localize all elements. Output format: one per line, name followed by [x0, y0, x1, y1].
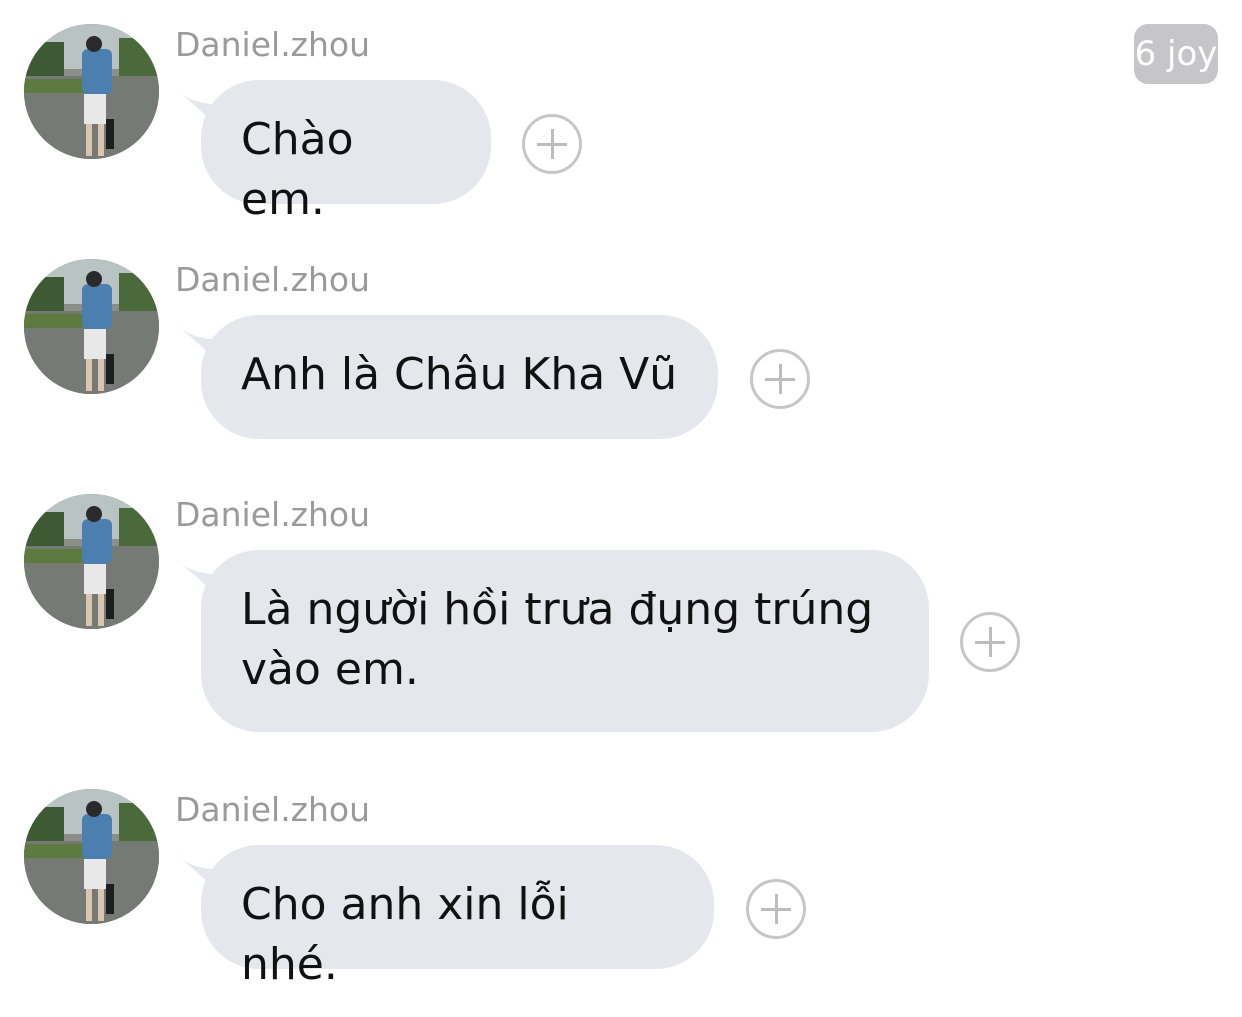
- message-row: Daniel.zhou Chào em.: [0, 24, 1242, 225]
- avatar[interactable]: [24, 259, 159, 394]
- message-bubble[interactable]: Là người hồi trưa đụng trúng vào em.: [201, 550, 929, 732]
- message-bubble[interactable]: Chào em.: [201, 80, 491, 225]
- add-reaction-icon[interactable]: [960, 612, 1020, 672]
- sender-name: Daniel.zhou: [175, 790, 371, 829]
- avatar-photo: [24, 24, 159, 159]
- message-text: Anh là Châu Kha Vũ: [241, 349, 678, 400]
- message-bubble[interactable]: Cho anh xin lỗi nhé.: [201, 845, 714, 990]
- avatar-photo: [24, 789, 159, 924]
- avatar[interactable]: [24, 24, 159, 159]
- message-row: Daniel.zhou Anh là Châu Kha Vũ: [0, 259, 1242, 444]
- avatar-photo: [24, 494, 159, 629]
- sender-name: Daniel.zhou: [175, 260, 371, 299]
- message-bubble[interactable]: Anh là Châu Kha Vũ: [201, 315, 718, 439]
- add-reaction-icon[interactable]: [750, 349, 810, 409]
- add-reaction-icon[interactable]: [746, 879, 806, 939]
- message-text: Chào em.: [241, 114, 354, 225]
- message-text: Cho anh xin lỗi nhé.: [241, 879, 569, 990]
- message-text: Là người hồi trưa đụng trúng vào em.: [241, 584, 874, 695]
- sender-name: Daniel.zhou: [175, 25, 371, 64]
- sender-name: Daniel.zhou: [175, 495, 371, 534]
- message-row: Daniel.zhou Cho anh xin lỗi nhé.: [0, 789, 1242, 990]
- message-row: Daniel.zhou Là người hồi trưa đụng trúng…: [0, 494, 1242, 739]
- avatar-photo: [24, 259, 159, 394]
- avatar[interactable]: [24, 494, 159, 629]
- avatar[interactable]: [24, 789, 159, 924]
- add-reaction-icon[interactable]: [522, 114, 582, 174]
